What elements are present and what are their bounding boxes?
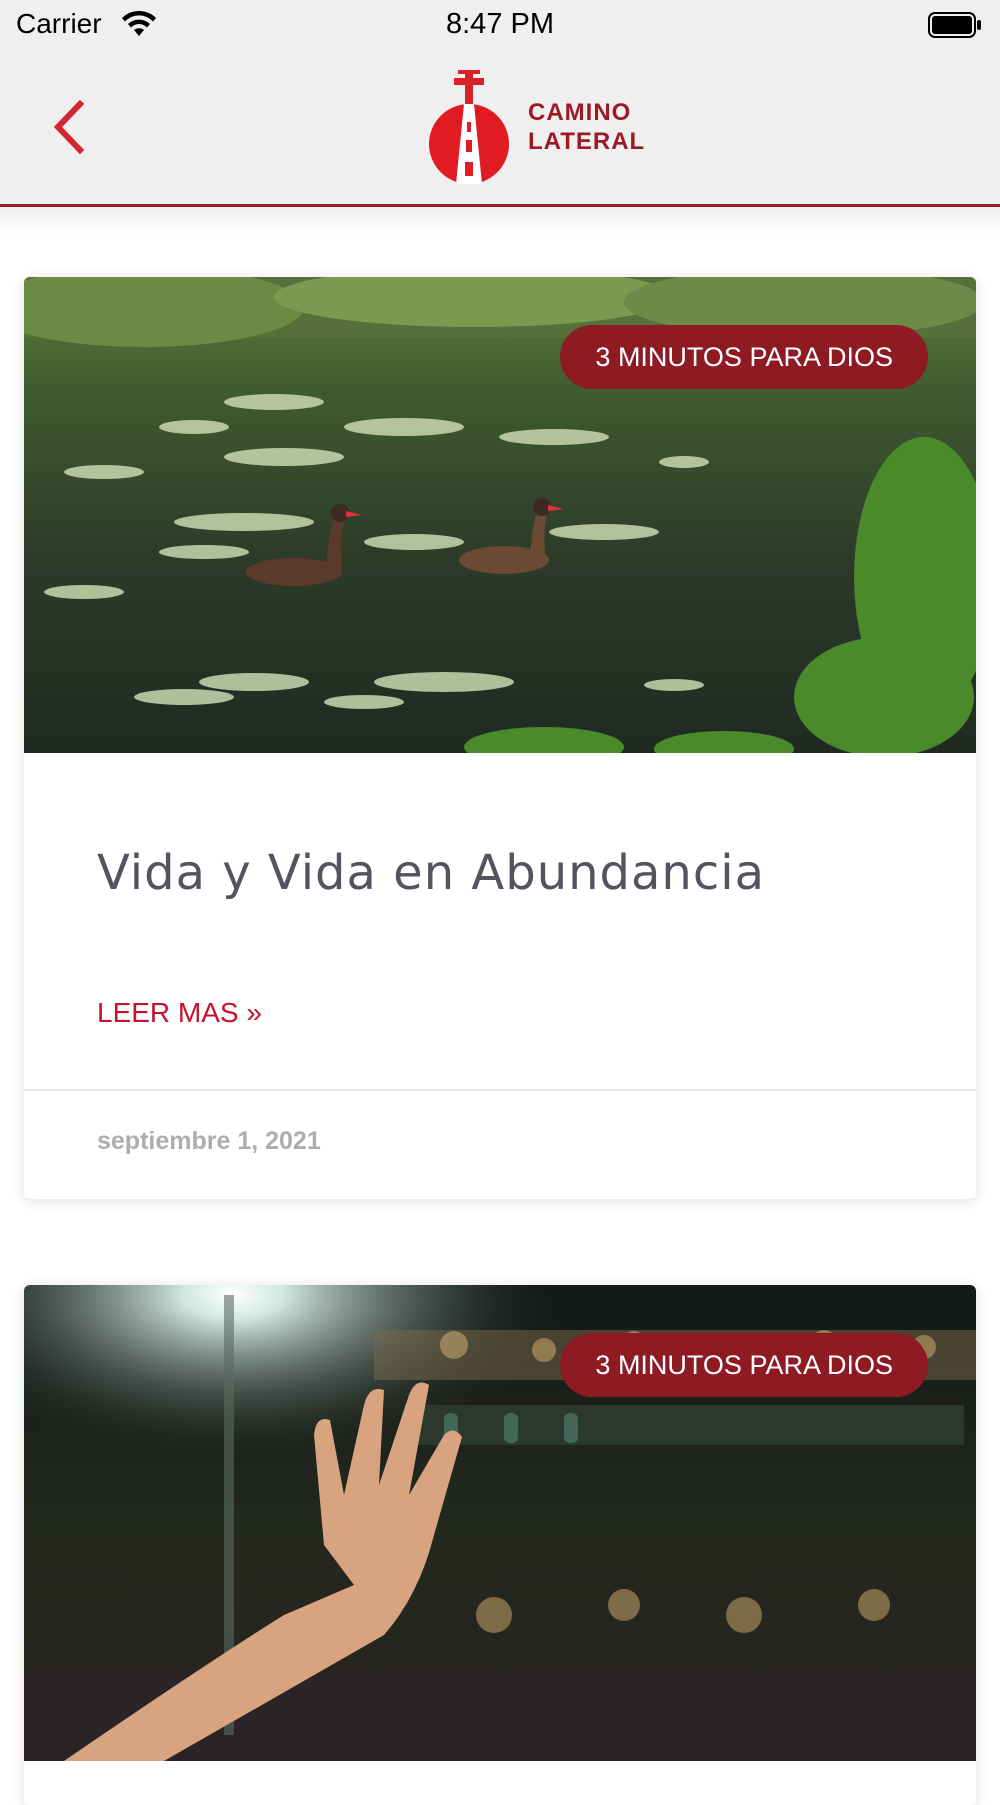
- post-card[interactable]: 3 MINUTOS PARA DIOS Vida y Vida en Abund…: [24, 277, 976, 1199]
- logo-line-2: LATERAL: [528, 128, 646, 155]
- post-date: septiembre 1, 2021: [97, 1127, 321, 1155]
- logo-wordmark: CAMINO LATERAL: [528, 98, 668, 156]
- post-title[interactable]: Vida y Vida en Abundancia: [97, 845, 765, 901]
- chevron-left-icon: [53, 100, 85, 154]
- read-more-link[interactable]: LEER MAS »: [97, 997, 262, 1029]
- post-image[interactable]: 3 MINUTOS PARA DIOS: [24, 1285, 976, 1761]
- clock: 8:47 PM: [446, 8, 554, 40]
- battery-icon: [928, 12, 981, 38]
- category-badge[interactable]: 3 MINUTOS PARA DIOS: [560, 325, 928, 389]
- category-badge[interactable]: 3 MINUTOS PARA DIOS: [560, 1333, 928, 1397]
- post-image[interactable]: 3 MINUTOS PARA DIOS: [24, 277, 976, 753]
- back-button[interactable]: [46, 100, 96, 154]
- nav-shadow: [0, 207, 1000, 237]
- logo-line-1: CAMINO: [528, 99, 632, 126]
- card-divider: [24, 1089, 976, 1091]
- post-card[interactable]: 3 MINUTOS PARA DIOS: [24, 1285, 976, 1805]
- status-bar: Carrier 8:47 PM: [0, 0, 1000, 50]
- logo-icon: [429, 70, 509, 184]
